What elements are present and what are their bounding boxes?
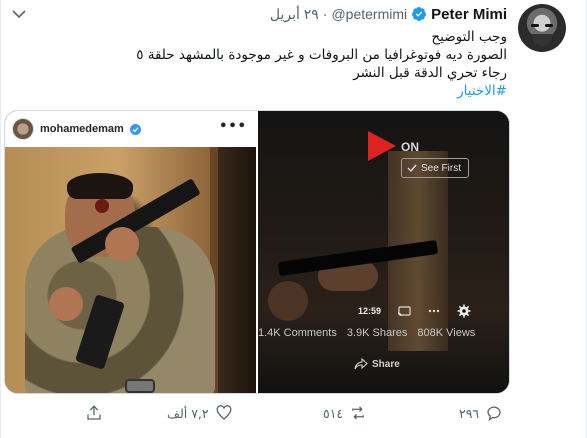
instagram-post-header: mohamedemam ••• <box>5 111 256 147</box>
verified-badge-icon <box>412 7 427 21</box>
photo-soldier-hair <box>67 173 133 199</box>
hashtag-link[interactable]: #الاختيار <box>27 82 507 100</box>
video-screenshot-image[interactable]: ON See First 12:59 1.4K Comments 3.9K Sh… <box>257 111 509 393</box>
video-settings-gear-icon <box>457 304 471 318</box>
author-avatar[interactable] <box>518 4 566 52</box>
author-name[interactable]: Peter Mimi <box>431 6 507 23</box>
video-shares-count: 3.9K Shares <box>346 327 408 339</box>
header-separator: · <box>322 6 328 22</box>
photo-wound <box>95 199 109 213</box>
channel-logo-text: ON <box>400 140 419 154</box>
video-duration: 12:59 <box>357 306 382 316</box>
retweet-icon <box>352 406 365 420</box>
photo-hand <box>49 287 83 321</box>
tweet-line: الصورة ديه فوتوغرافيا من البروفات و غير … <box>136 47 507 63</box>
instagram-menu-icon: ••• <box>219 119 247 134</box>
video-controls: 12:59 <box>358 301 478 321</box>
instagram-screenshot-image[interactable]: mohamedemam ••• <box>5 111 256 393</box>
like-count: ٧,٢ ألف <box>167 405 209 421</box>
reply-bubble-icon <box>487 406 501 422</box>
retweet-action-button[interactable]: ٥١٤ <box>323 404 367 422</box>
photo-window <box>218 147 256 393</box>
instagram-avatar <box>12 118 34 140</box>
tweet-card[interactable]: Peter Mimi @petermimi · ٢٩ أبريل وجب الت… <box>0 0 587 438</box>
reply-count: ٢٩٦ <box>459 405 480 421</box>
avatar-eye <box>531 24 539 27</box>
on-play-logo-icon <box>367 131 396 161</box>
instagram-username: mohamedemam <box>40 123 124 135</box>
video-comments-count: 1.4K Comments <box>257 327 337 339</box>
see-first-button: See First <box>400 158 469 178</box>
author-handle[interactable]: @petermimi <box>331 6 407 22</box>
soldier-photo <box>5 147 256 393</box>
photo-hand <box>105 227 139 261</box>
like-action-button[interactable]: ٧,٢ ألف <box>167 404 233 422</box>
see-first-label: See First <box>420 162 461 174</box>
share-arrow-icon <box>354 357 368 370</box>
heart-icon <box>216 405 232 420</box>
tweet-line: رجاء تحري الدقة قبل النشر <box>353 65 507 81</box>
tweet-line: وجب التوضيح <box>431 29 507 45</box>
tweet-media[interactable]: mohamedemam ••• ON See First 12:59 1.4K … <box>4 110 510 394</box>
tweet-timestamp[interactable]: ٢٩ أبريل <box>270 6 319 23</box>
video-more-icon <box>428 309 440 313</box>
avatar-beard <box>532 34 552 46</box>
reply-action-button[interactable]: ٢٩٦ <box>459 404 503 422</box>
video-views-count: 808K Views <box>417 327 476 339</box>
tweet-actions: ٧,٢ ألف ٥١٤ ٢٩٦ <box>1 398 587 430</box>
video-hand <box>267 281 308 321</box>
retweet-count: ٥١٤ <box>323 405 344 421</box>
video-share-label: Share <box>371 358 400 370</box>
tweet-text: وجب التوضيح الصورة ديه فوتوغرافيا من الب… <box>27 28 507 100</box>
video-share-button: Share <box>354 357 400 371</box>
avatar-eye <box>545 24 553 27</box>
video-stats: 1.4K Comments 3.9K Shares 808K Views <box>258 327 509 343</box>
more-chevron-icon[interactable] <box>7 4 31 24</box>
cast-icon <box>397 306 411 317</box>
share-upload-icon <box>87 405 101 420</box>
photo-watch <box>125 379 155 393</box>
share-action-button[interactable] <box>85 404 103 422</box>
check-icon <box>407 164 417 173</box>
instagram-verified-icon <box>129 123 141 135</box>
tweet-header: Peter Mimi @petermimi · ٢٩ أبريل <box>270 4 507 24</box>
